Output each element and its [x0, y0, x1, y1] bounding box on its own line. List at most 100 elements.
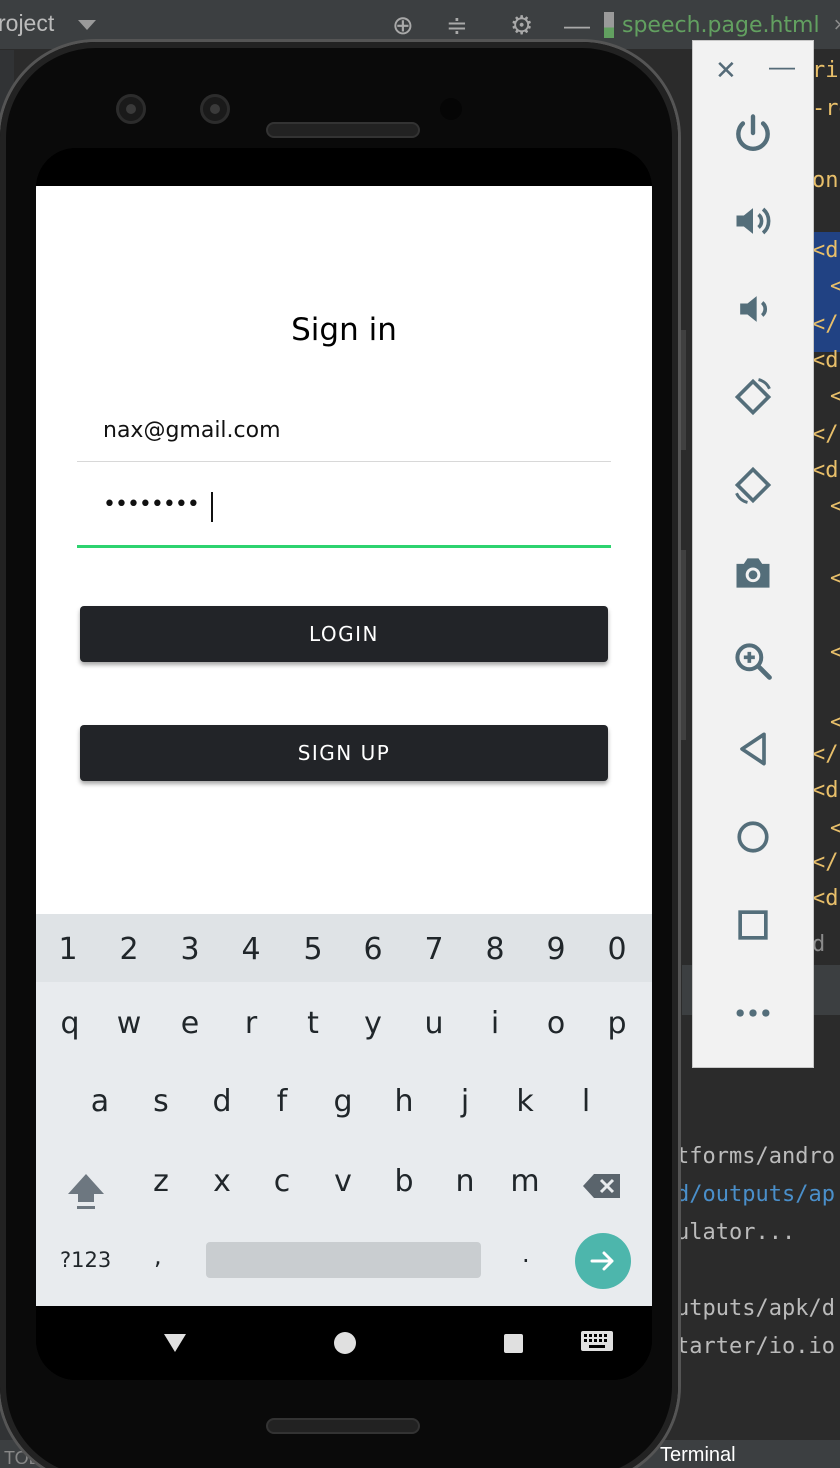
key-l[interactable]: l: [557, 1084, 615, 1119]
key-8[interactable]: 8: [466, 932, 524, 967]
key-w[interactable]: w: [100, 1006, 158, 1041]
key-k[interactable]: k: [496, 1084, 554, 1119]
code-line: ric: [812, 58, 840, 83]
email-field[interactable]: nax@gmail.com: [77, 396, 611, 462]
rotate-left-icon: [734, 378, 772, 416]
key-h[interactable]: h: [375, 1084, 433, 1119]
terminal-line: ulator...: [676, 1220, 796, 1245]
code-line: </c: [812, 422, 840, 447]
sign-up-button[interactable]: SIGN UP: [80, 725, 608, 781]
space-key[interactable]: [206, 1242, 481, 1278]
enter-key[interactable]: [575, 1233, 631, 1289]
rotate-left-button[interactable]: [723, 367, 783, 427]
login-button[interactable]: LOGIN: [80, 606, 608, 662]
rotate-right-button[interactable]: [723, 455, 783, 515]
key-2[interactable]: 2: [100, 932, 158, 967]
comma-key[interactable]: ,: [154, 1242, 162, 1270]
terminal-line: utputs/apk/d: [676, 1296, 835, 1321]
code-line: <: [830, 494, 840, 519]
home-icon: [737, 821, 769, 853]
nav-back-icon[interactable]: [164, 1334, 186, 1352]
period-key[interactable]: .: [522, 1240, 530, 1268]
front-camera-icon: [200, 94, 230, 124]
back-button[interactable]: [723, 719, 783, 779]
key-c[interactable]: c: [253, 1164, 311, 1199]
key-b[interactable]: b: [375, 1164, 433, 1199]
code-line: <di: [812, 348, 840, 373]
key-p[interactable]: p: [588, 1006, 646, 1041]
key-f[interactable]: f: [253, 1084, 311, 1119]
key-7[interactable]: 7: [405, 932, 463, 967]
overview-icon: [738, 910, 768, 940]
code-line: <: [830, 566, 840, 591]
key-j[interactable]: j: [436, 1084, 494, 1119]
code-line: <: [830, 640, 840, 665]
editor-scroll-marker: [680, 330, 686, 450]
key-t[interactable]: t: [284, 1006, 342, 1041]
key-9[interactable]: 9: [527, 932, 585, 967]
key-e[interactable]: e: [161, 1006, 219, 1041]
code-line: <: [830, 384, 840, 409]
key-a[interactable]: a: [71, 1084, 129, 1119]
close-tab-icon[interactable]: ×: [834, 12, 840, 38]
key-u[interactable]: u: [405, 1006, 463, 1041]
shift-icon: [68, 1174, 104, 1209]
code-line: <di: [812, 458, 840, 483]
key-r[interactable]: r: [222, 1006, 280, 1041]
volume-up-button[interactable]: [723, 191, 783, 251]
terminal-link[interactable]: d/outputs/ap: [676, 1182, 835, 1207]
shift-key[interactable]: [64, 1168, 108, 1212]
keyboard-switch-icon[interactable]: [580, 1330, 614, 1354]
hide-panel-icon[interactable]: —: [564, 10, 590, 40]
collapse-icon[interactable]: ≑: [446, 10, 468, 40]
code-line: <: [830, 274, 840, 299]
key-n[interactable]: n: [436, 1164, 494, 1199]
key-x[interactable]: x: [193, 1164, 251, 1199]
key-i[interactable]: i: [466, 1006, 524, 1041]
power-icon: [736, 114, 770, 151]
key-m[interactable]: m: [496, 1164, 554, 1199]
minimize-icon[interactable]: —: [769, 51, 795, 82]
soft-keyboard: 1 2 3 4 5 6 7 8 9 0 q w e r t y u i o p …: [36, 914, 652, 1306]
earpiece-speaker: [266, 122, 420, 138]
terminal-tab[interactable]: Terminal: [660, 1444, 736, 1467]
code-line: <di: [812, 778, 840, 803]
key-d[interactable]: d: [193, 1084, 251, 1119]
editor-file-tab[interactable]: speech.page.html ×: [604, 8, 840, 42]
project-label[interactable]: roject: [0, 10, 54, 37]
nav-recents-icon[interactable]: [504, 1334, 523, 1353]
emulator-controls-panel: ✕ —: [692, 40, 814, 1068]
key-0[interactable]: 0: [588, 932, 646, 967]
close-icon[interactable]: ✕: [715, 55, 737, 86]
settings-gear-icon[interactable]: ⚙: [510, 10, 533, 40]
password-field[interactable]: ••••••••: [77, 472, 611, 548]
nav-home-icon[interactable]: [334, 1332, 356, 1354]
screenshot-button[interactable]: [723, 543, 783, 603]
power-button[interactable]: [723, 103, 783, 163]
zoom-button[interactable]: [723, 631, 783, 691]
volume-down-button[interactable]: [723, 279, 783, 339]
key-6[interactable]: 6: [344, 932, 402, 967]
key-3[interactable]: 3: [161, 932, 219, 967]
key-v[interactable]: v: [314, 1164, 372, 1199]
backspace-key[interactable]: [582, 1166, 622, 1206]
key-4[interactable]: 4: [222, 932, 280, 967]
key-5[interactable]: 5: [284, 932, 342, 967]
key-y[interactable]: y: [344, 1006, 402, 1041]
home-button[interactable]: [723, 807, 783, 867]
crosshair-icon[interactable]: ⊕: [392, 10, 414, 40]
bottom-speaker: [266, 1418, 420, 1434]
more-icon: [736, 1009, 770, 1017]
more-button[interactable]: [723, 983, 783, 1043]
key-z[interactable]: z: [132, 1164, 190, 1199]
project-dropdown-icon[interactable]: [78, 20, 96, 30]
key-q[interactable]: q: [41, 1006, 99, 1041]
code-line: </c: [812, 850, 840, 875]
symbols-key[interactable]: ?123: [60, 1248, 111, 1272]
phone-screen: Sign in nax@gmail.com •••••••• LOGIN SIG…: [36, 148, 652, 1380]
key-s[interactable]: s: [132, 1084, 190, 1119]
key-g[interactable]: g: [314, 1084, 372, 1119]
key-1[interactable]: 1: [39, 932, 97, 967]
key-o[interactable]: o: [527, 1006, 585, 1041]
overview-button[interactable]: [723, 895, 783, 955]
